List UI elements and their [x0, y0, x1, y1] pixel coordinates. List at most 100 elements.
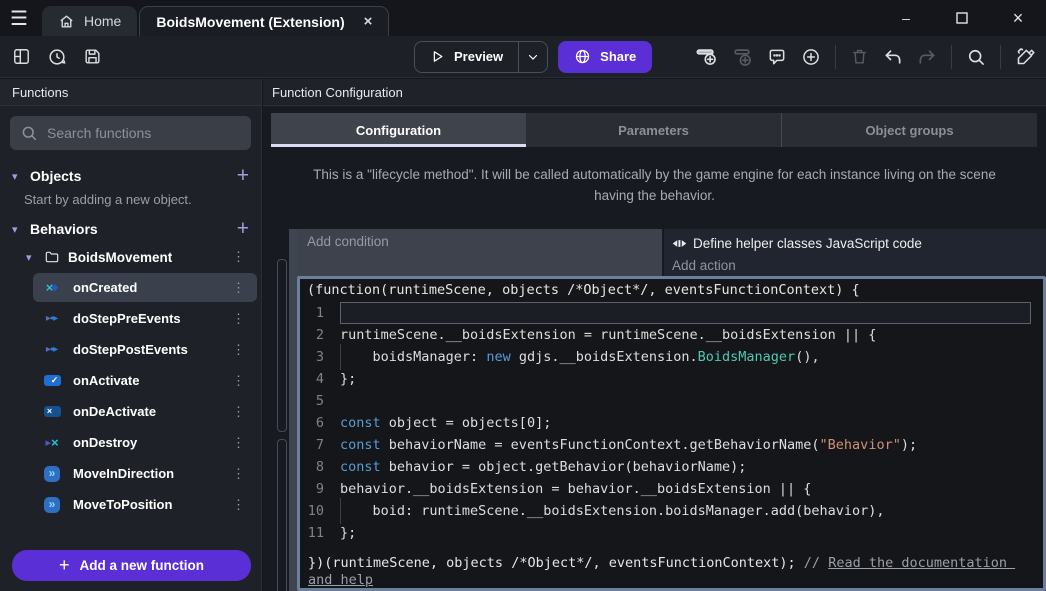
share-label: Share [600, 49, 636, 64]
js-action-label: Define helper classes JavaScript code [693, 236, 922, 251]
add-function-button[interactable]: + Add a new function [12, 550, 251, 581]
code-line[interactable]: 7const behaviorName = eventsFunctionCont… [300, 434, 1043, 456]
add-subevent-icon[interactable] [731, 46, 753, 68]
collapse-triangle-icon[interactable]: ▾ [12, 223, 22, 236]
function-item[interactable]: ✓onActivate⋮ [33, 366, 257, 395]
function-item-menu-icon[interactable]: ⋮ [232, 280, 245, 296]
save-icon[interactable] [83, 47, 102, 66]
line-number: 4 [300, 368, 340, 390]
function-item[interactable]: ×◆onCreated⋮ [33, 273, 257, 302]
close-button[interactable]: × [990, 0, 1046, 36]
standard-event[interactable]: Add condition Define helper classes Java… [297, 229, 1046, 276]
function-item[interactable]: × onDeActivate⋮ [33, 397, 257, 426]
tab-home[interactable]: Home [42, 6, 137, 36]
code-line[interactable]: 9behavior.__boidsExtension = behavior.__… [300, 478, 1043, 500]
tab-parameters-label: Parameters [618, 123, 689, 138]
chevron-down-icon [527, 51, 539, 63]
toolbar-left-icons [0, 47, 102, 67]
function-item-menu-icon[interactable]: ⋮ [232, 404, 245, 420]
tab-configuration-label: Configuration [356, 123, 441, 138]
function-item-menu-icon[interactable]: ⋮ [232, 435, 245, 451]
add-function-label: Add a new function [80, 558, 205, 573]
oncreated-icon: ×◆ [40, 280, 64, 295]
function-item[interactable]: ▸●▸doStepPostEvents⋮ [33, 335, 257, 364]
preview-dropdown-button[interactable] [519, 51, 547, 63]
function-item-menu-icon[interactable]: ⋮ [232, 497, 245, 513]
add-condition-label[interactable]: Add condition [307, 234, 389, 249]
add-event-icon[interactable] [695, 46, 717, 68]
add-behavior-button[interactable]: + [237, 217, 249, 241]
behaviors-section-header[interactable]: ▾ Behaviors + [0, 215, 261, 243]
panels-layout-icon[interactable] [12, 47, 31, 66]
function-item-menu-icon[interactable]: ⋮ [232, 373, 245, 389]
events-sheet: Add condition Define helper classes Java… [263, 226, 1046, 591]
function-item[interactable]: »MoveInDirection⋮ [33, 459, 257, 488]
function-item-menu-icon[interactable]: ⋮ [232, 311, 245, 327]
conditions-cell[interactable]: Add condition [297, 229, 662, 276]
folder-menu-icon[interactable]: ⋮ [232, 249, 245, 265]
main-panel-header: Function Configuration [263, 79, 1046, 106]
code-line[interactable]: 5 [300, 390, 1043, 412]
history-icon[interactable] [47, 47, 67, 67]
toolbar-separator [835, 45, 836, 69]
code-line[interactable]: 4}; [300, 368, 1043, 390]
toolbar-right-icons [695, 45, 1036, 69]
javascript-code-event[interactable]: (function(runtimeScene, objects /*Object… [297, 276, 1046, 591]
add-action-label[interactable]: Add action [672, 255, 1038, 276]
minimize-button[interactable]: – [878, 0, 934, 36]
behavior-function-list: ×◆onCreated⋮▸●▸doStepPreEvents⋮▸●▸doStep… [0, 273, 261, 519]
search-icon[interactable] [966, 47, 986, 67]
tab-active-label: BoidsMovement (Extension) [156, 14, 344, 30]
function-item[interactable]: ▸●▸doStepPreEvents⋮ [33, 304, 257, 333]
maximize-button[interactable] [934, 0, 990, 36]
edit-extension-icon[interactable] [1015, 46, 1036, 67]
comment-icon[interactable] [767, 47, 787, 67]
search-functions-box[interactable] [10, 116, 251, 150]
redo-icon[interactable] [917, 47, 937, 67]
undo-icon[interactable] [883, 47, 903, 67]
tab-object-groups[interactable]: Object groups [781, 113, 1037, 147]
tab-configuration[interactable]: Configuration [271, 113, 526, 147]
code-line[interactable]: 1 [300, 302, 1043, 324]
code-line[interactable]: 2runtimeScene.__boidsExtension = runtime… [300, 324, 1043, 346]
tab-close-icon[interactable]: × [364, 13, 373, 30]
code-line[interactable]: 3 boidsManager: new gdjs.__boidsExtensio… [300, 346, 1043, 368]
js-code-icon [672, 237, 687, 250]
actions-cell[interactable]: Define helper classes JavaScript code Ad… [664, 229, 1046, 276]
add-object-button[interactable]: + [237, 164, 249, 188]
code-header-line: (function(runtimeScene, objects /*Object… [300, 279, 1043, 302]
trash-icon[interactable] [850, 47, 869, 66]
js-code-action[interactable]: Define helper classes JavaScript code [672, 232, 1038, 255]
preview-button[interactable]: Preview [414, 41, 548, 73]
function-item-menu-icon[interactable]: ⋮ [232, 466, 245, 482]
events-content: Add condition Define helper classes Java… [297, 229, 1046, 591]
search-functions-input[interactable] [47, 125, 241, 141]
code-editor[interactable]: 12runtimeScene.__boidsExtension = runtim… [300, 302, 1043, 544]
toolbar-separator [1000, 45, 1001, 69]
objects-section-header[interactable]: ▾ Objects + [0, 162, 261, 190]
main-menu-button[interactable]: ☰ [0, 0, 38, 36]
tab-parameters[interactable]: Parameters [526, 113, 781, 147]
code-line[interactable]: 8const behavior = object.getBehavior(beh… [300, 456, 1043, 478]
function-item[interactable]: »MoveToPosition⋮ [33, 490, 257, 519]
share-button[interactable]: Share [558, 41, 652, 73]
behavior-folder-label: BoidsMovement [68, 250, 172, 265]
collapse-triangle-icon[interactable]: ▾ [26, 251, 36, 264]
function-item-menu-icon[interactable]: ⋮ [232, 342, 245, 358]
code-line[interactable]: 10 boid: runtimeScene.__boidsExtension.b… [300, 500, 1043, 522]
behavior-folder-boidsmovement[interactable]: ▾ BoidsMovement ⋮ [0, 243, 261, 271]
tab-home-label: Home [84, 13, 121, 29]
event-fold-bracket[interactable] [277, 439, 287, 591]
function-item[interactable]: ▸×onDestroy⋮ [33, 428, 257, 457]
tab-boidsmovement[interactable]: BoidsMovement (Extension) × [139, 6, 389, 36]
plus-icon: + [59, 555, 70, 576]
event-fold-bracket[interactable] [277, 259, 287, 432]
functions-sidebar: Functions ▾ Objects + Start by adding a … [0, 79, 262, 591]
code-line[interactable]: 11}; [300, 522, 1043, 544]
gear-icon: » [40, 497, 64, 513]
collapse-triangle-icon[interactable]: ▾ [12, 170, 22, 183]
add-circle-icon[interactable] [801, 47, 821, 67]
dostep-icon: ▸●▸ [40, 313, 64, 324]
code-line[interactable]: 6const object = objects[0]; [300, 412, 1043, 434]
line-number: 6 [300, 412, 340, 434]
